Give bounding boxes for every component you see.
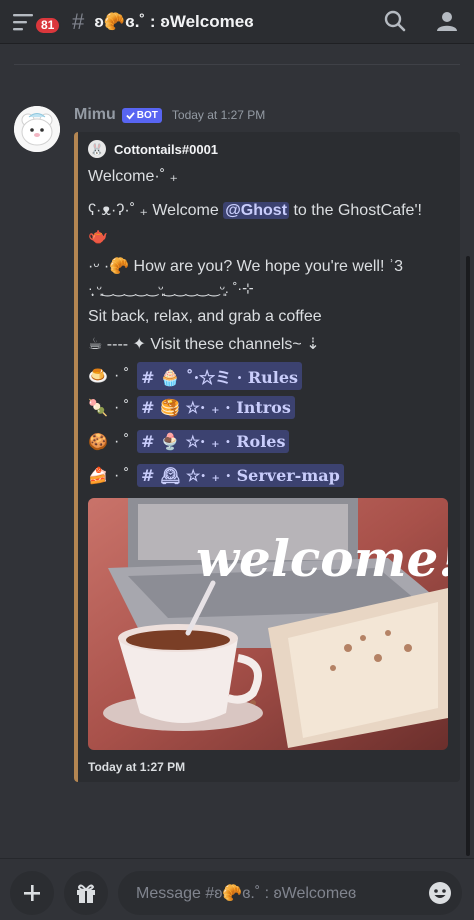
gift-button[interactable] <box>64 871 108 915</box>
channel-link-server-map[interactable]: # 🕰 ☆· ₊ · Server-map <box>137 464 344 487</box>
emoji-icon <box>429 882 451 904</box>
channel-emoji: 🍰 <box>88 467 108 485</box>
embed-footer-timestamp: Today at 1:27 PM <box>88 760 186 774</box>
teapot-line: 🫖 <box>88 228 108 245</box>
channel-title[interactable]: ʚ🥐ɞ.˚ : ʚWelcomeɞ <box>94 12 254 32</box>
bot-tag: BOT <box>121 107 162 123</box>
channel-separator: · ˚ <box>114 367 130 384</box>
gift-icon <box>77 884 95 903</box>
embed-line-visit: ☕ ---- ✦ Visit these channels~ ⇣ <box>88 336 320 353</box>
bot-tag-label: BOT <box>136 109 158 121</box>
channel-emoji: 🍡 <box>88 399 108 417</box>
previous-message-divider <box>14 58 460 65</box>
embed-line-greeting: ʕ·ᴥ·ʔ·˚ ₊ Welcome @Ghost to the GhostCaf… <box>88 200 422 220</box>
embed-line-divider: ·̩͙ ᵕ͈‿‿‿‿‿ᵕ͈‿‿‿‿‿ᵕ͈. ˚·⊹ <box>88 280 254 296</box>
channel-hash-icon: # <box>72 8 85 34</box>
avatar[interactable] <box>14 106 60 152</box>
search-icon <box>384 10 406 32</box>
menu-button[interactable]: 81 <box>0 0 62 44</box>
add-attachment-button[interactable] <box>10 871 54 915</box>
channel-link-rules[interactable]: # 🧁 ˚·☆ミ · Rules <box>137 362 303 390</box>
plus-icon <box>24 885 40 901</box>
search-button[interactable] <box>382 8 408 34</box>
greeting-prefix: ʕ·ᴥ·ʔ·˚ ₊ Welcome <box>88 202 224 219</box>
channel-link-roles[interactable]: # 🍨 ☆· ₊ · Roles <box>137 430 290 453</box>
emoji-button[interactable] <box>428 881 452 910</box>
channel-row-rules: 🍮 · ˚ # 🧁 ˚·☆ミ · Rules <box>88 362 303 390</box>
author-name[interactable]: Mimu <box>74 106 116 124</box>
message-input[interactable]: Message #ʚ🥐ɞ.˚ : ʚWelcomeɞ <box>118 871 462 915</box>
composer-bar: Message #ʚ🥐ɞ.˚ : ʚWelcomeɞ <box>0 858 474 920</box>
embed-line-welcome: Welcome·˚ ₊ <box>88 168 178 185</box>
bunny-icon: 🐰 <box>88 140 106 158</box>
bear-avatar-icon <box>14 106 60 152</box>
scrollbar[interactable] <box>466 256 470 856</box>
channel-separator: · ˚ <box>114 432 130 450</box>
channel-row-server-map: 🍰 · ˚ # 🕰 ☆· ₊ · Server-map <box>88 464 344 487</box>
message-header: Mimu BOT Today at 1:27 PM <box>74 106 265 124</box>
menu-icon <box>13 13 33 30</box>
unread-badge: 81 <box>34 15 62 35</box>
welcome-coffee-illustration: welcome! <box>88 498 448 750</box>
channel-separator: · ˚ <box>114 466 130 484</box>
message-timestamp: Today at 1:27 PM <box>171 108 266 122</box>
channel-emoji: 🍮 <box>88 368 108 385</box>
greeting-suffix: to the GhostCafe'! <box>289 202 422 219</box>
channel-emoji: 🍪 <box>88 433 108 451</box>
embed-author: 🐰 Cottontails#0001 <box>88 140 218 158</box>
image-welcome-text: welcome! <box>196 529 448 588</box>
members-icon <box>437 12 457 31</box>
embed-line-relax: Sit back, relax, and grab a coffee <box>88 308 322 325</box>
channel-link-intros[interactable]: # 🥞 ☆· ₊ · Intros <box>137 396 295 419</box>
user-mention[interactable]: @Ghost <box>223 202 290 219</box>
welcome-image[interactable]: welcome! <box>88 498 448 750</box>
message-input-placeholder: Message #ʚ🥐ɞ.˚ : ʚWelcomeɞ <box>136 885 357 902</box>
check-icon <box>126 111 135 120</box>
members-button[interactable] <box>434 8 460 34</box>
embed-author-name[interactable]: Cottontails#0001 <box>114 142 218 157</box>
embed-line-how-are-you: ·ᵕ ·🥐 How are you? We hope you're well! … <box>88 258 404 275</box>
channel-row-roles: 🍪 · ˚ # 🍨 ☆· ₊ · Roles <box>88 430 290 453</box>
channel-header: 81 # ʚ🥐ɞ.˚ : ʚWelcomeɞ <box>0 0 474 44</box>
channel-separator: · ˚ <box>114 398 130 416</box>
welcome-embed: 🐰 Cottontails#0001 Welcome·˚ ₊ ʕ·ᴥ·ʔ·˚ ₊… <box>74 132 460 782</box>
channel-row-intros: 🍡 · ˚ # 🥞 ☆· ₊ · Intros <box>88 396 295 419</box>
